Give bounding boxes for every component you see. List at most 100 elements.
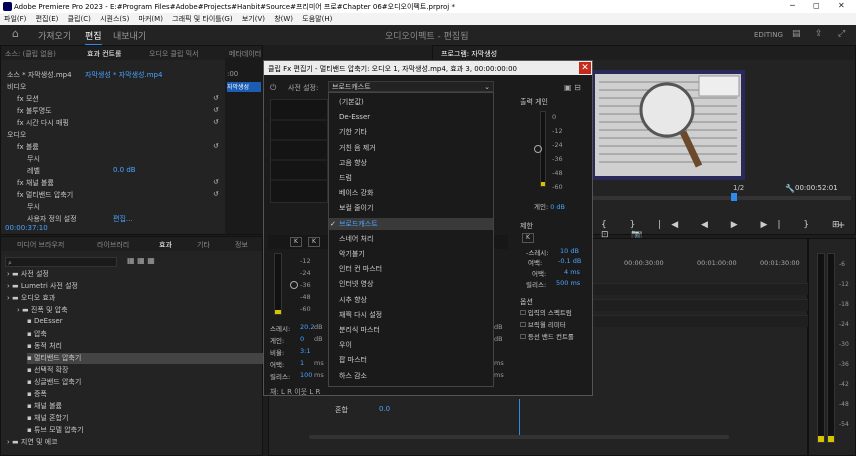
option-checkbox[interactable]: ☐ — [520, 321, 528, 329]
option-checkbox[interactable]: ☐ — [520, 333, 528, 341]
mix-value[interactable]: 0.0 — [379, 405, 390, 413]
effect-row-label[interactable]: 레벨 — [27, 166, 40, 177]
minimize-button[interactable]: ─ — [790, 1, 795, 10]
effect-tree-item[interactable]: ▪ 튜브 모델 압축기 — [27, 425, 84, 436]
effect-row-label[interactable]: fx 모션 — [17, 94, 39, 105]
effect-row-label[interactable]: fx 채널 볼륨 — [17, 178, 54, 189]
effects-search-input[interactable]: ⌕ — [5, 257, 117, 267]
effect-row-label[interactable]: 오디오 — [7, 130, 26, 141]
preset-menu-item[interactable]: 채찍 다시 설정 — [329, 309, 493, 321]
effect-row-value[interactable]: 편집... — [113, 214, 133, 225]
preset-menu-item[interactable]: 팝 마스터 — [329, 354, 493, 366]
band-threshold-slider[interactable] — [290, 281, 298, 289]
effect-tree-item[interactable]: ▪ 싱글밴드 압축기 — [27, 377, 81, 388]
effect-tree-item[interactable]: ▪ 채널 볼륨 — [27, 401, 62, 412]
power-icon[interactable]: ⏻ — [270, 83, 276, 93]
output-gain-slider[interactable] — [534, 145, 542, 153]
option-checkbox-row[interactable]: ☐ 입력의 스펙트럼 — [520, 307, 572, 317]
limiter-threshold-value[interactable]: 10 dB — [560, 247, 579, 255]
preset-menu-item[interactable]: 보컬 줄이기 — [329, 202, 493, 214]
effect-tree-item[interactable]: › ▬ 오디오 효과 — [7, 293, 55, 304]
preset-menu-item[interactable]: 시추 향상 — [329, 294, 493, 306]
tab-effect-controls[interactable]: 효과 컨트롤 — [87, 49, 121, 59]
limiter-margin-value[interactable]: -0.1 dB — [558, 257, 581, 265]
preset-menu-item[interactable]: (기본값) — [329, 96, 493, 108]
preset-menu-item[interactable]: 악기불기 — [329, 248, 493, 260]
reset-icon[interactable]: ↺ — [213, 190, 219, 201]
limiter-attack-value[interactable]: 4 ms — [564, 268, 580, 276]
menu-file[interactable]: 파일(F) — [4, 15, 26, 23]
maximize-button[interactable]: ◻ — [813, 1, 820, 10]
effect-tree-item[interactable]: ▪ 동적 처리 — [27, 341, 62, 352]
reset-icon[interactable]: ↺ — [213, 118, 219, 129]
effect-row-label[interactable]: 무시 — [27, 202, 40, 213]
menu-view[interactable]: 보기(V) — [242, 15, 265, 23]
effect-row-label[interactable]: fx 시간 다시 매핑 — [17, 118, 69, 129]
add-button-icon[interactable]: + — [837, 220, 845, 231]
tab-etc[interactable]: 기타 — [197, 240, 210, 250]
effect-tree-item[interactable]: › ▬ 사전 설정 — [7, 269, 49, 280]
workspace-label[interactable]: EDITING — [754, 31, 783, 39]
reset-icon[interactable]: ↺ — [213, 94, 219, 105]
reset-icon[interactable]: ↺ — [213, 142, 219, 153]
output-gain-value[interactable]: 0 dB — [550, 203, 565, 211]
tab-import[interactable]: 가져오기 — [38, 29, 71, 42]
band-release-value[interactable]: 100 — [300, 371, 312, 379]
share-icon[interactable]: ⇪ — [815, 29, 823, 39]
ec-timecode[interactable]: 00:00:37:10 — [5, 224, 48, 235]
band-ratio-value[interactable]: 3:1 — [300, 347, 310, 355]
transport-controls[interactable]: { } |◀ ◀ ▶ ▶| } ⊞ ⊡ 📷 — [601, 220, 855, 240]
tab-export[interactable]: 내보내기 — [113, 29, 146, 42]
mini-clip[interactable]: 자막생성 — [227, 82, 261, 92]
playhead[interactable] — [731, 193, 737, 201]
preset-menu-item[interactable]: 기한 기타 — [329, 126, 493, 138]
tab-effects[interactable]: 효과 — [159, 240, 172, 250]
menu-help[interactable]: 도움말(H) — [302, 15, 332, 23]
effect-tree-item[interactable]: ▪ 압축 — [27, 329, 47, 340]
band-gain-value[interactable]: 0 — [300, 335, 304, 343]
zoom-scale[interactable]: 1/2 — [733, 184, 744, 192]
band1-solo-toggle[interactable]: K — [308, 237, 320, 247]
effect-row-label[interactable]: fx 불투명도 — [17, 106, 52, 117]
effect-row-label[interactable]: 비디오 — [7, 82, 26, 93]
preset-menu-item[interactable]: 스네어 처리 — [329, 233, 493, 245]
spectrum-graph[interactable] — [270, 99, 329, 203]
tab-audio-clip-mixer[interactable]: 오디오 클립 믹서 — [149, 49, 199, 59]
effect-tree-item[interactable]: ▪ 증폭 — [27, 389, 47, 400]
preset-menu-item[interactable]: 분리식 마스터 — [329, 324, 493, 336]
dialog-close-button[interactable]: ✕ — [579, 62, 591, 74]
limiter-release-value[interactable]: 500 ms — [556, 279, 580, 287]
tab-media-browser[interactable]: 미디어 브라우저 — [17, 240, 64, 250]
sequence-clip-label[interactable]: 자막생성 * 자막생성.mp4 — [85, 70, 162, 81]
band-threshold-value[interactable]: 20.2 — [300, 323, 314, 331]
workspace-menu-icon[interactable]: ▤ — [792, 29, 801, 39]
limiter-meter-toggle[interactable]: K — [522, 233, 534, 243]
effect-tree-item[interactable]: ▪ DeEsser — [27, 317, 63, 328]
effect-tree-item[interactable]: › ▬ 진폭 및 압축 — [17, 305, 68, 316]
option-checkbox[interactable]: ☐ — [520, 309, 528, 317]
effect-row-label[interactable]: fx 멀티밴드 압축기 — [17, 190, 73, 201]
fullscreen-icon[interactable]: ⤢ — [838, 29, 845, 39]
effect-row-label[interactable]: 사용자 정의 설정 — [27, 214, 77, 225]
band1-bypass-toggle[interactable]: K — [290, 237, 302, 247]
preset-menu-item[interactable]: 베이스 강화 — [329, 187, 493, 199]
effect-tree-item[interactable]: › ▬ 지연 및 에코 — [7, 437, 58, 448]
master-clip-label[interactable]: 소스 * 자막생성.mp4 — [7, 70, 72, 81]
close-window-button[interactable]: ✕ — [838, 1, 845, 10]
option-checkbox-row[interactable]: ☐ 브릭월 리미터 — [520, 319, 566, 329]
mini-timeline[interactable]: :00 자막생성 — [225, 58, 263, 234]
preset-bins-icons[interactable]: ▦ ▦ ▦ — [127, 256, 155, 265]
menu-marker[interactable]: 마커(M) — [139, 15, 163, 23]
tab-edit[interactable]: 편집 — [85, 29, 102, 46]
effect-tree-item[interactable]: ▪ 선택적 확장 — [27, 365, 68, 376]
timeline-scrollbar[interactable] — [309, 435, 729, 439]
preset-menu-item[interactable]: 인터 컨 마스터 — [329, 263, 493, 275]
preset-menu-item[interactable]: 드럼 — [329, 172, 493, 184]
preset-menu-item[interactable]: ✓ 브로드캐스트 — [329, 217, 493, 230]
reset-icon[interactable]: ↺ — [213, 106, 219, 117]
preset-menu-item[interactable]: 거친 음 제거 — [329, 142, 493, 154]
preset-menu-item[interactable]: 인터넷 영상 — [329, 278, 493, 290]
preset-dropdown[interactable]: 브로드캐스트 ⌄ — [328, 81, 494, 92]
band-attack-value[interactable]: 1 — [300, 359, 304, 367]
effect-tree-item[interactable]: ▪ 멀티밴드 압축기 — [27, 353, 277, 364]
